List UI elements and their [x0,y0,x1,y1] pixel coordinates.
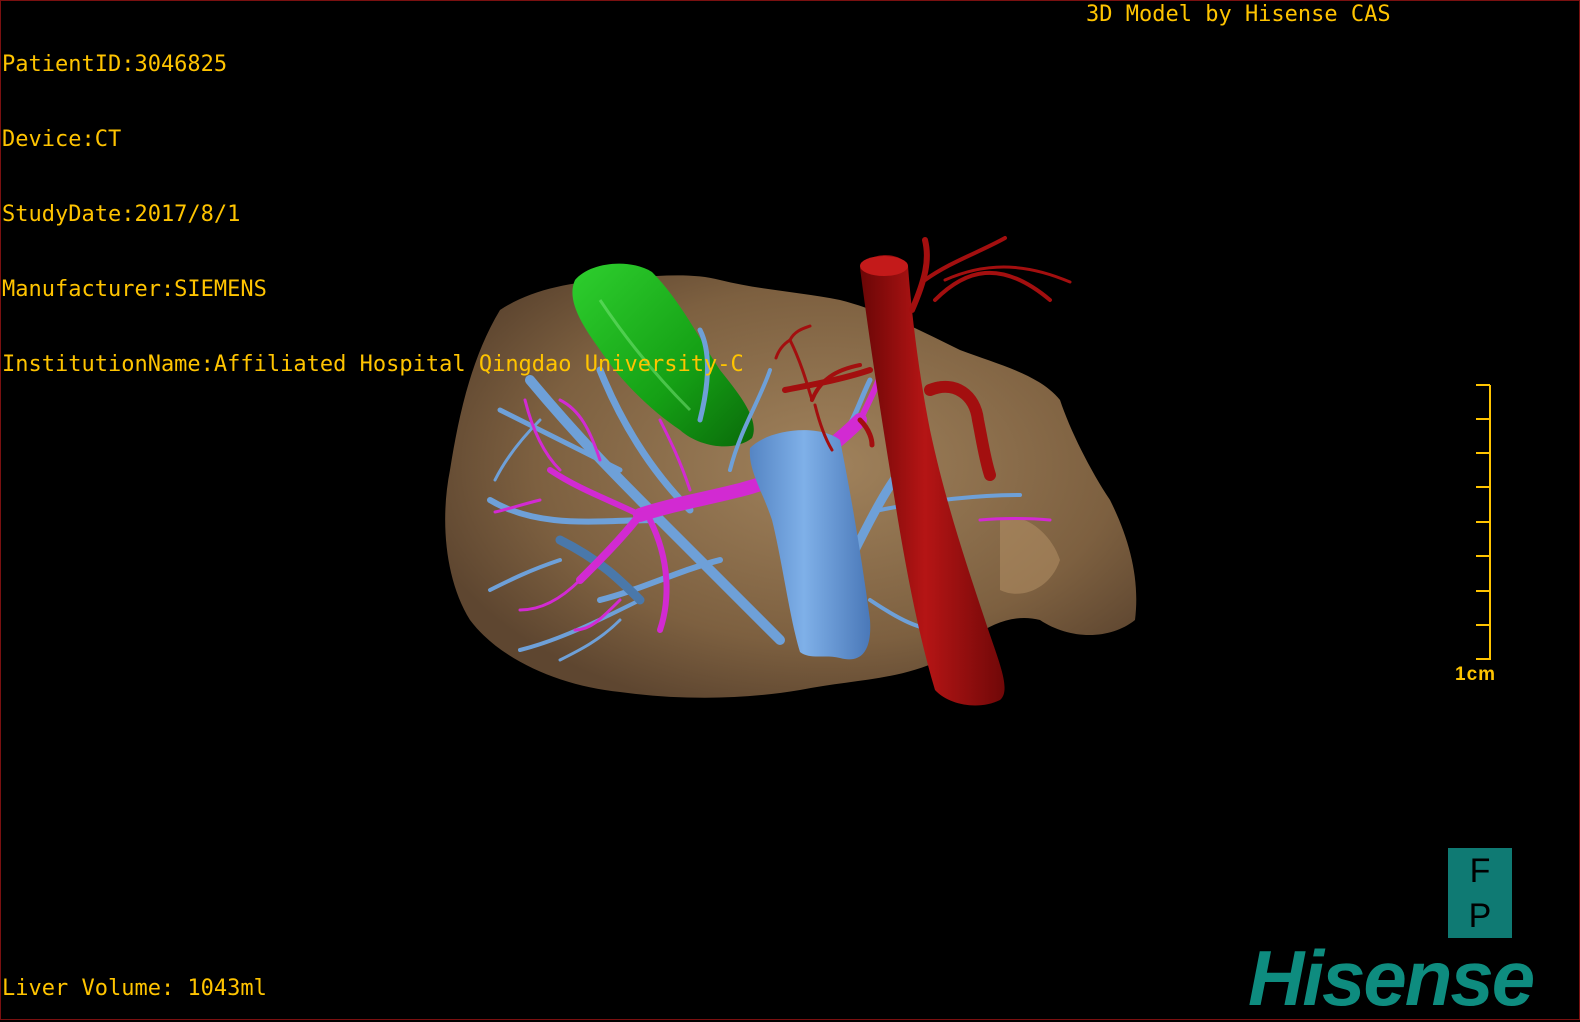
patient-id-text: PatientID:3046825 [2,52,228,77]
hisense-logo: Hisense [1248,934,1535,1022]
manufacturer-text: Manufacturer:SIEMENS [2,277,267,302]
orientation-cube[interactable]: F P [1448,848,1512,938]
scale-bar-label: 1cm [1455,664,1497,685]
patient-info-overlay: PatientID:3046825 Device:CT StudyDate:20… [2,2,744,402]
device-text: Device:CT [2,127,122,152]
institution-text: InstitutionName:Affiliated Hospital Qing… [2,352,744,377]
model-credit-text: 3D Model by Hisense CAS [1086,2,1391,27]
scale-bar [1476,384,1491,660]
liver-volume-text: Liver Volume: 1043ml [2,976,267,1001]
study-date-text: StudyDate:2017/8/1 [2,202,241,227]
orientation-top-label: F [1469,851,1491,890]
orientation-bottom-label: P [1468,896,1492,935]
